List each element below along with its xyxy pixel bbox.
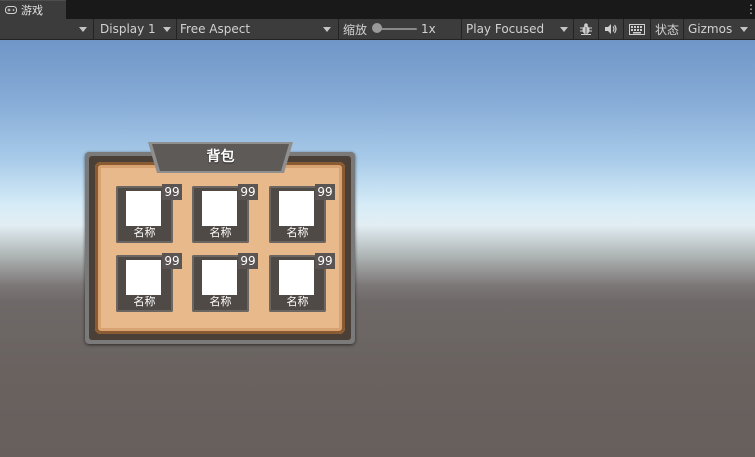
item-name: 名称 <box>133 226 156 239</box>
item-count: 99 <box>162 253 182 269</box>
item-name: 名称 <box>286 295 309 308</box>
item-image <box>202 260 237 295</box>
item-image <box>202 191 237 226</box>
game-view-dropdown[interactable] <box>0 19 93 39</box>
inventory-panel: 99 名称 99 名称 99 名称 99 名称 99 名称 99 名称 <box>85 152 355 344</box>
play-mode-dropdown[interactable]: Play Focused <box>462 19 573 39</box>
item-image <box>126 260 161 295</box>
inventory-title: 背包 <box>206 149 235 165</box>
gamepad-icon <box>5 6 17 14</box>
tab-game[interactable]: 游戏 <box>0 0 66 19</box>
item-count: 99 <box>238 253 258 269</box>
item-image <box>126 191 161 226</box>
item-count: 99 <box>238 184 258 200</box>
inventory-slot[interactable]: 99 名称 <box>192 184 258 243</box>
keyboard-icon <box>629 23 645 35</box>
item-image <box>279 260 314 295</box>
item-name: 名称 <box>209 295 232 308</box>
chevron-down-icon <box>163 27 171 32</box>
debug-toggle[interactable] <box>574 19 598 39</box>
item-count: 99 <box>315 184 335 200</box>
aspect-dropdown[interactable]: Free Aspect <box>177 19 338 39</box>
tab-bar: 游戏 ⋮ <box>0 0 755 19</box>
inventory-slot[interactable]: 99 名称 <box>269 253 335 312</box>
gizmos-dropdown[interactable]: Gizmos <box>684 19 755 39</box>
speaker-icon <box>605 24 617 34</box>
aspect-label: Free Aspect <box>180 22 251 36</box>
play-mode-label: Play Focused <box>466 22 545 36</box>
display-label: Display 1 <box>100 22 156 36</box>
scale-control: 缩放 1x <box>339 19 461 39</box>
mute-audio-toggle[interactable] <box>599 19 623 39</box>
stats-label: 状态 <box>654 22 679 37</box>
display-dropdown[interactable]: Display 1 <box>94 19 176 39</box>
scale-value: 1x <box>421 22 436 36</box>
inventory-slot[interactable]: 99 名称 <box>116 253 182 312</box>
chevron-down-icon <box>323 27 331 32</box>
item-count: 99 <box>162 184 182 200</box>
game-toolbar: Display 1 Free Aspect 缩放 1x Play Focused <box>0 19 755 40</box>
item-count: 99 <box>315 253 335 269</box>
more-options-icon[interactable]: ⋮ <box>745 2 755 16</box>
unity-game-window: 游戏 ⋮ Display 1 Free Aspect 缩放 1x Play Fo… <box>0 0 755 457</box>
scale-slider-track[interactable] <box>377 28 417 30</box>
inventory-slot[interactable]: 99 名称 <box>116 184 182 243</box>
item-name: 名称 <box>133 295 156 308</box>
scale-label: 缩放 <box>343 22 368 37</box>
item-image <box>279 191 314 226</box>
chevron-down-icon <box>560 27 568 32</box>
inventory-slot[interactable]: 99 名称 <box>192 253 258 312</box>
bug-icon <box>580 23 592 35</box>
shortcuts-toggle[interactable] <box>624 19 650 39</box>
stats-button[interactable]: 状态 <box>651 19 683 39</box>
chevron-down-icon <box>79 27 87 32</box>
inventory-slot[interactable]: 99 名称 <box>269 184 335 243</box>
item-name: 名称 <box>209 226 232 239</box>
scale-slider-handle[interactable] <box>372 23 382 33</box>
item-name: 名称 <box>286 226 309 239</box>
chevron-down-icon <box>740 27 748 32</box>
gizmos-label: Gizmos <box>688 22 733 36</box>
tab-title: 游戏 <box>21 4 43 17</box>
inventory-title-banner: 背包 <box>148 140 293 174</box>
